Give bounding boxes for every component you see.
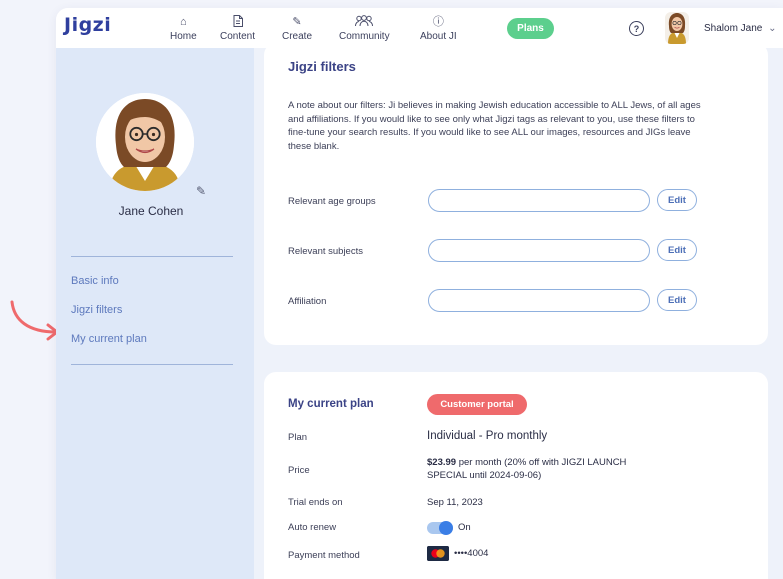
- edit-photo-icon[interactable]: ✎: [196, 184, 206, 198]
- top-nav: Jigzi ⌂ Home Content ✎ Create Community …: [56, 8, 783, 48]
- auto-renew-label: Auto renew: [288, 522, 337, 533]
- payment-label: Payment method: [288, 550, 360, 561]
- sidebar-item-current-plan[interactable]: My current plan: [71, 333, 147, 345]
- divider: [71, 256, 233, 257]
- edit-age-groups-button[interactable]: Edit: [657, 189, 697, 211]
- help-icon[interactable]: ?: [629, 21, 644, 36]
- chevron-down-icon: ⌄: [768, 23, 777, 34]
- affiliation-label: Affiliation: [288, 296, 327, 307]
- pencil-icon: ✎: [292, 16, 302, 28]
- sidebar-item-basic-info[interactable]: Basic info: [71, 275, 119, 287]
- plan-title: My current plan: [288, 398, 374, 410]
- main-content: Jigzi filters A note about our filters: …: [254, 43, 783, 579]
- nav-community[interactable]: Community: [339, 15, 390, 42]
- avatar[interactable]: [665, 12, 689, 44]
- plans-button[interactable]: Plans: [507, 18, 554, 39]
- info-icon: ⓘ: [432, 16, 444, 28]
- age-groups-field[interactable]: [428, 189, 650, 212]
- trial-value: Sep 11, 2023: [427, 497, 483, 508]
- nav-content-label: Content: [220, 31, 256, 42]
- price-amount: $23.99: [427, 457, 457, 468]
- edit-subjects-button[interactable]: Edit: [657, 239, 697, 261]
- plan-value: Individual - Pro monthly: [427, 430, 548, 442]
- profile-photo: [96, 93, 194, 191]
- people-icon: [354, 15, 374, 29]
- auto-renew-toggle[interactable]: [427, 521, 453, 535]
- nav-create[interactable]: ✎ Create: [282, 15, 312, 42]
- sidebar: ✎ Jane Cohen Basic info Jigzi filters My…: [56, 48, 254, 579]
- sidebar-item-jigzi-filters[interactable]: Jigzi filters: [71, 304, 122, 316]
- nav-community-label: Community: [339, 31, 390, 42]
- age-groups-label: Relevant age groups: [288, 196, 376, 207]
- nav-home-label: Home: [170, 31, 197, 42]
- price-label: Price: [288, 465, 310, 476]
- customer-portal-button[interactable]: Customer portal: [427, 394, 527, 415]
- trial-label: Trial ends on: [288, 497, 343, 508]
- edit-affiliation-button[interactable]: Edit: [657, 289, 697, 311]
- nav-about-label: About JI: [420, 31, 457, 42]
- user-menu[interactable]: Shalom Jane ⌄: [704, 23, 777, 34]
- subjects-label: Relevant subjects: [288, 246, 363, 257]
- mastercard-icon: [427, 546, 449, 561]
- divider: [71, 364, 233, 365]
- user-name: Shalom Jane: [704, 23, 763, 34]
- document-icon: [233, 15, 243, 29]
- pointer-arrow-icon: [10, 300, 59, 341]
- plan-card: My current plan Customer portal Plan Ind…: [264, 372, 768, 579]
- filters-note: A note about our filters: Ji believes in…: [288, 100, 701, 152]
- filters-card: Jigzi filters A note about our filters: …: [264, 43, 768, 345]
- subjects-field[interactable]: [428, 239, 650, 262]
- filters-title: Jigzi filters: [288, 59, 356, 74]
- price-detail: per month (20% off with JIGZI LAUNCH SPE…: [427, 457, 627, 481]
- nav-about[interactable]: ⓘ About JI: [420, 15, 457, 42]
- home-icon: ⌂: [180, 16, 187, 28]
- payment-card-number: ••••4004: [454, 548, 489, 559]
- nav-create-label: Create: [282, 31, 313, 42]
- nav-home[interactable]: ⌂ Home: [170, 15, 197, 42]
- nav-content[interactable]: Content: [220, 15, 255, 42]
- affiliation-field[interactable]: [428, 289, 650, 312]
- auto-renew-value: On: [458, 522, 471, 533]
- price-value: $23.99 per month (20% off with JIGZI LAU…: [427, 456, 667, 482]
- profile-name: Jane Cohen: [118, 204, 184, 218]
- plan-label: Plan: [288, 432, 308, 443]
- jigzi-logo[interactable]: Jigzi: [64, 14, 111, 36]
- app-window: Jigzi ⌂ Home Content ✎ Create Community …: [56, 8, 783, 579]
- toggle-knob: [439, 521, 453, 535]
